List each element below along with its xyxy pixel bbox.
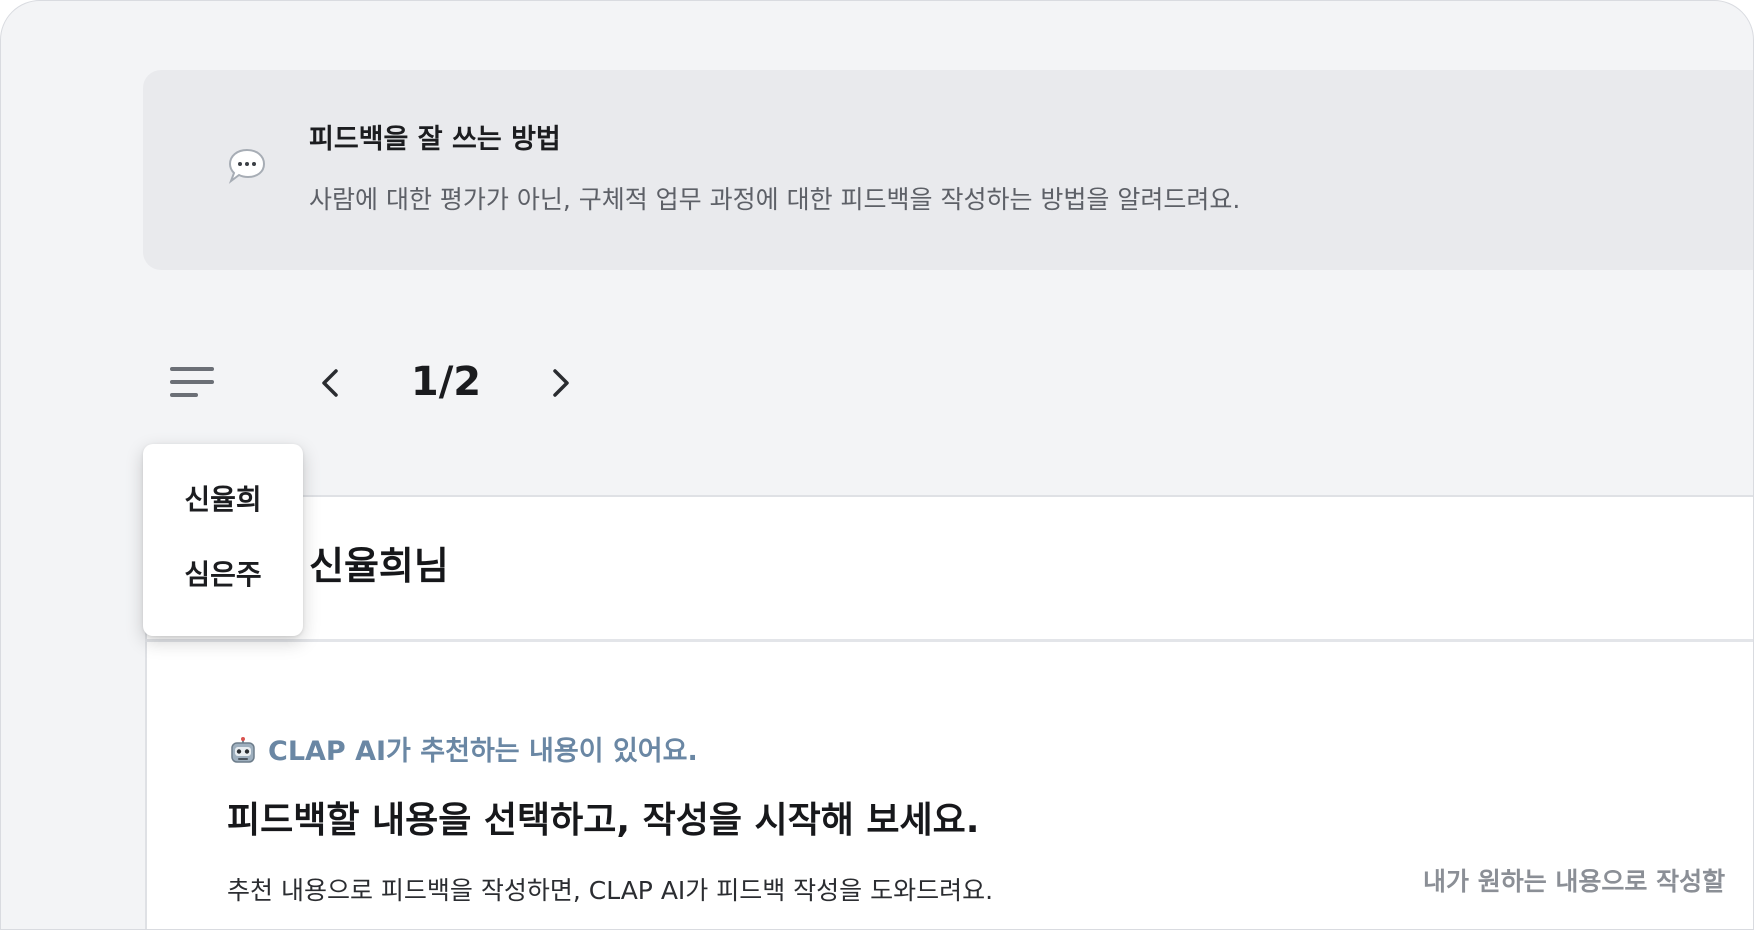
chevron-left-icon[interactable] bbox=[312, 363, 348, 403]
dropdown-item-recipient[interactable]: 심은주 bbox=[143, 555, 303, 595]
page-indicator: 1/2 bbox=[410, 359, 482, 405]
menu-lines-icon[interactable] bbox=[167, 362, 217, 402]
dropdown-item-recipient[interactable]: 신율희 bbox=[143, 480, 303, 520]
recipient-name: 신율희님 bbox=[309, 544, 449, 588]
tip-title: 피드백을 잘 쓰는 방법 bbox=[309, 124, 561, 155]
ai-recommendation-badge: CLAP AI가 추천하는 내용이 있어요. bbox=[268, 736, 698, 767]
robot-icon bbox=[228, 736, 258, 766]
section-description: 추천 내용으로 피드백을 작성하면, CLAP AI가 피드백 작성을 도와드려… bbox=[227, 876, 994, 905]
tip-description: 사람에 대한 평가가 아닌, 구체적 업무 과정에 대한 피드백을 작성하는 방… bbox=[309, 185, 1241, 214]
section-title: 피드백할 내용을 선택하고, 작성을 시작해 보세요. bbox=[227, 800, 980, 841]
speech-bubble-icon bbox=[227, 146, 267, 186]
app-window: 피드백을 잘 쓰는 방법 사람에 대한 평가가 아닌, 구체적 업무 과정에 대… bbox=[0, 0, 1754, 930]
recipient-dropdown: 신율희 심은주 bbox=[143, 444, 303, 636]
write-own-content-button[interactable]: 내가 원하는 내용으로 작성할 bbox=[1423, 865, 1725, 899]
chevron-right-icon[interactable] bbox=[543, 363, 579, 403]
feedback-tip-card[interactable] bbox=[143, 70, 1753, 270]
card-divider bbox=[145, 639, 1753, 642]
